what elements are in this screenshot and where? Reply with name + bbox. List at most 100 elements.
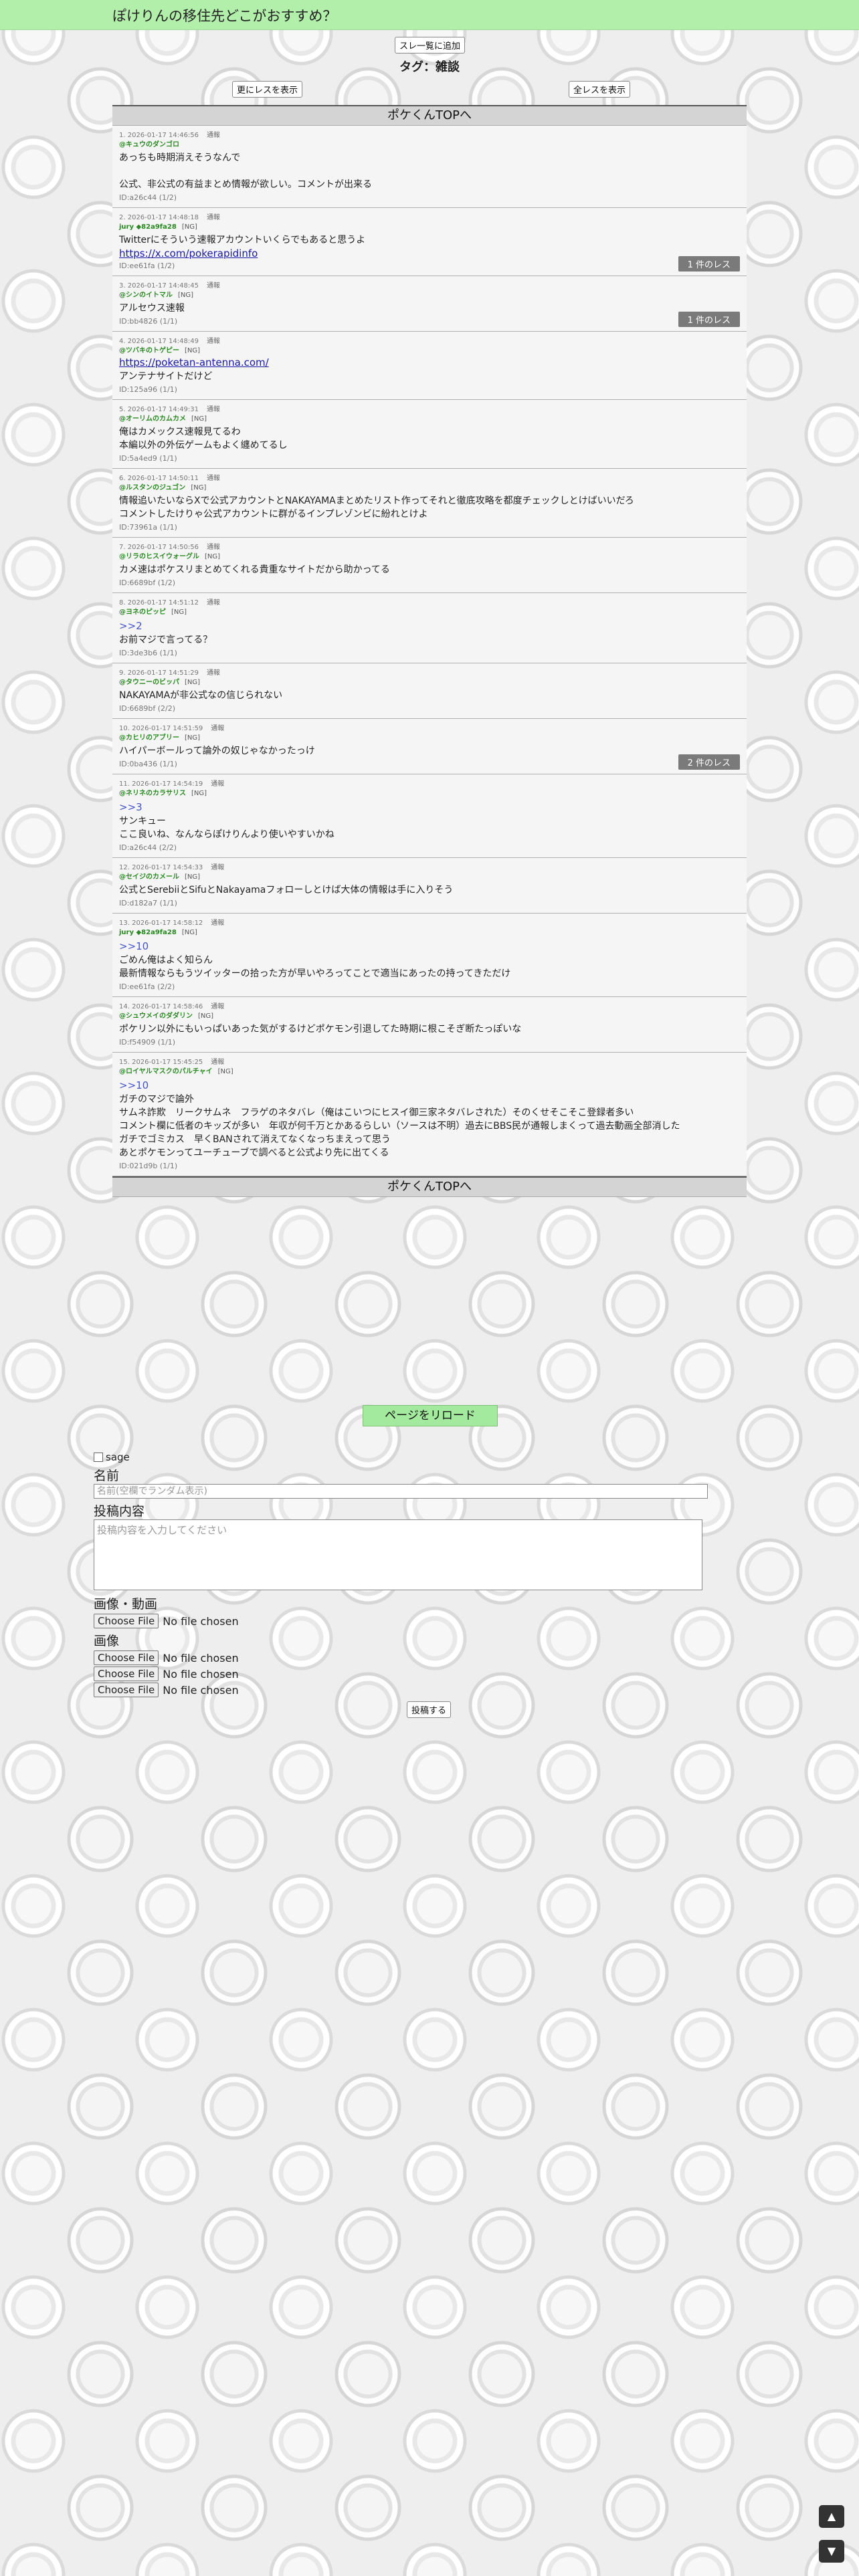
ng-button[interactable]: [NG] bbox=[191, 415, 207, 423]
ng-button[interactable]: [NG] bbox=[182, 223, 197, 231]
poster-line: @ロイヤルマスクのパルチャイ [NG] bbox=[119, 1067, 740, 1077]
reply-anchor-link[interactable]: >>10 bbox=[119, 1079, 740, 1091]
poster-id: ID:ee61fa (2/2) bbox=[119, 982, 175, 991]
poster-id: ID:bb4826 (1/1) bbox=[119, 317, 178, 326]
ng-button[interactable]: [NG] bbox=[185, 347, 200, 354]
site-header: ぽけりんの移住先どこがおすすめ？ bbox=[0, 0, 859, 30]
ng-button[interactable]: [NG] bbox=[185, 873, 200, 881]
image-choose-file-button[interactable]: Choose File bbox=[94, 1650, 159, 1665]
post-number-date: 12. 2026-01-17 14:54:33 bbox=[119, 864, 203, 871]
report-link[interactable]: 通報 bbox=[207, 214, 220, 221]
reply-anchor-link[interactable]: >>3 bbox=[119, 801, 740, 813]
poster-id: ID:f54909 (1/1) bbox=[119, 1038, 176, 1047]
report-link[interactable]: 通報 bbox=[211, 780, 224, 788]
image-choose-file-button[interactable]: Choose File bbox=[94, 1667, 159, 1681]
report-link[interactable]: 通報 bbox=[207, 338, 220, 345]
report-link[interactable]: 通報 bbox=[207, 669, 220, 677]
post-number-date: 10. 2026-01-17 14:51:59 bbox=[119, 725, 203, 732]
report-link[interactable]: 通報 bbox=[207, 599, 220, 607]
content-textarea[interactable] bbox=[94, 1519, 702, 1590]
report-link[interactable]: 通報 bbox=[207, 544, 220, 551]
media-choose-file-button[interactable]: Choose File bbox=[94, 1614, 159, 1628]
post-meta: 2. 2026-01-17 14:48:18 通報 bbox=[119, 213, 740, 223]
reply-anchor-link[interactable]: >>2 bbox=[119, 620, 740, 632]
poster-name: @カヒリのアブリー bbox=[119, 734, 179, 742]
image-file-status: No file chosen bbox=[163, 1651, 239, 1665]
report-link[interactable]: 通報 bbox=[207, 282, 220, 290]
poster-line: @ネリネのカラサリス [NG] bbox=[119, 789, 740, 798]
poster-name: @シンのイトマル bbox=[119, 292, 173, 299]
show-more-replies-button[interactable]: 更にレスを表示 bbox=[232, 81, 303, 98]
post-list: 1. 2026-01-17 14:46:56 通報 @キュウのダンゴロ あっちも時期消… bbox=[112, 126, 747, 1176]
poster-id: ID:d182a7 (1/1) bbox=[119, 899, 177, 907]
ng-button[interactable]: [NG] bbox=[191, 484, 206, 492]
top-link-upper[interactable]: ポケくんTOPへ bbox=[112, 105, 747, 126]
poster-line: @シュウメイのダダリン [NG] bbox=[119, 1012, 740, 1021]
ng-button[interactable]: [NG] bbox=[191, 790, 207, 797]
post-item: 11. 2026-01-17 14:54:19 通報 @ネリネのカラサリス [NG] >… bbox=[112, 774, 747, 858]
post-number-date: 2. 2026-01-17 14:48:18 bbox=[119, 214, 199, 221]
post-meta: 1. 2026-01-17 14:46:56 通報 bbox=[119, 131, 740, 140]
submit-post-button[interactable]: 投稿する bbox=[407, 1701, 452, 1718]
poster-line: @カヒリのアブリー [NG] bbox=[119, 734, 740, 743]
reply-anchor-link[interactable]: >>10 bbox=[119, 940, 740, 952]
scroll-down-icon[interactable]: ▼ bbox=[819, 2540, 844, 2563]
post-external-link[interactable]: https://poketan-antenna.com/ bbox=[119, 356, 269, 368]
report-link[interactable]: 通報 bbox=[207, 475, 220, 482]
report-link[interactable]: 通報 bbox=[211, 1003, 224, 1010]
sage-checkbox[interactable] bbox=[94, 1453, 103, 1462]
post-meta: 10. 2026-01-17 14:51:59 通報 bbox=[119, 724, 740, 734]
poster-id: ID:125a96 (1/1) bbox=[119, 385, 177, 394]
reply-count-button[interactable]: 1 件のレス bbox=[678, 312, 740, 327]
report-link[interactable]: 通報 bbox=[207, 406, 220, 413]
poster-name: @キュウのダンゴロ bbox=[119, 141, 179, 148]
post-body: サンキュー ここ良いね、なんならぽけりんより使いやすいかね bbox=[119, 816, 335, 840]
poster-id: ID:ee61fa (1/2) bbox=[119, 261, 175, 270]
poster-name: @タウニーのビッパ bbox=[119, 679, 179, 686]
scroll-up-icon[interactable]: ▲ bbox=[819, 2505, 844, 2528]
reply-count-button[interactable]: 2 件のレス bbox=[678, 754, 740, 770]
post-body: Twitterにそういう速報アカウントいくらでもあると思うよ bbox=[119, 235, 366, 245]
top-link-lower[interactable]: ポケくんTOPへ bbox=[112, 1176, 747, 1197]
sage-label: sage bbox=[106, 1451, 130, 1463]
post-meta: 7. 2026-01-17 14:50:56 通報 bbox=[119, 543, 740, 552]
ng-button[interactable]: [NG] bbox=[182, 929, 197, 936]
reload-page-button[interactable]: ページをリロード bbox=[363, 1405, 498, 1426]
poster-id: ID:73961a (1/1) bbox=[119, 523, 177, 532]
post-body: お前マジで言ってる？ bbox=[119, 635, 213, 645]
ng-button[interactable]: [NG] bbox=[171, 609, 187, 616]
report-link[interactable]: 通報 bbox=[211, 864, 224, 871]
report-link[interactable]: 通報 bbox=[211, 725, 224, 732]
name-input[interactable]: 名前(空欄でランダム表示) bbox=[94, 1484, 708, 1499]
image-file-status: No file chosen bbox=[163, 1667, 239, 1681]
post-item: 9. 2026-01-17 14:51:29 通報 @タウニーのビッパ [NG] NAK… bbox=[112, 663, 747, 719]
post-meta: 8. 2026-01-17 14:51:12 通報 bbox=[119, 599, 740, 608]
report-link[interactable]: 通報 bbox=[211, 920, 224, 927]
show-all-replies-button[interactable]: 全レスを表示 bbox=[569, 81, 631, 98]
ng-button[interactable]: [NG] bbox=[205, 553, 220, 560]
ng-button[interactable]: [NG] bbox=[185, 734, 200, 742]
post-external-link[interactable]: https://x.com/pokerapidinfo bbox=[119, 247, 258, 259]
reply-count-button[interactable]: 1 件のレス bbox=[678, 256, 740, 272]
image-file-row-3: Choose File No file chosen bbox=[94, 1683, 763, 1697]
sage-option[interactable]: sage bbox=[94, 1451, 763, 1463]
add-to-thread-list-button[interactable]: スレ一覧に追加 bbox=[395, 37, 466, 53]
ng-button[interactable]: [NG] bbox=[185, 679, 200, 686]
post-body: 公式とSerebiiとSifuとNakayamaフォローしとけば大体の情報は手に… bbox=[119, 885, 454, 895]
post-item: 15. 2026-01-17 15:45:25 通報 @ロイヤルマスクのパルチャイ [… bbox=[112, 1053, 747, 1176]
name-label: 名前 bbox=[94, 1469, 120, 1483]
image-file-status: No file chosen bbox=[163, 1683, 239, 1697]
post-number-date: 11. 2026-01-17 14:54:19 bbox=[119, 780, 203, 788]
poster-id: ID:a26c44 (2/2) bbox=[119, 843, 177, 852]
report-link[interactable]: 通報 bbox=[211, 1059, 224, 1066]
ng-button[interactable]: [NG] bbox=[218, 1068, 233, 1075]
post-number-date: 13. 2026-01-17 14:58:12 bbox=[119, 920, 203, 927]
ng-button[interactable]: [NG] bbox=[198, 1012, 213, 1020]
thread-container: ポケくんTOPへ 1. 2026-01-17 14:46:56 通報 @キュウのダン… bbox=[112, 105, 747, 1197]
post-number-date: 3. 2026-01-17 14:48:45 bbox=[119, 282, 199, 290]
post-body: アルセウス速報 bbox=[119, 303, 185, 314]
ng-button[interactable]: [NG] bbox=[178, 292, 193, 299]
post-body: NAKAYAMAが非公式なの信じられない bbox=[119, 690, 283, 701]
report-link[interactable]: 通報 bbox=[207, 132, 220, 139]
image-choose-file-button[interactable]: Choose File bbox=[94, 1683, 159, 1697]
